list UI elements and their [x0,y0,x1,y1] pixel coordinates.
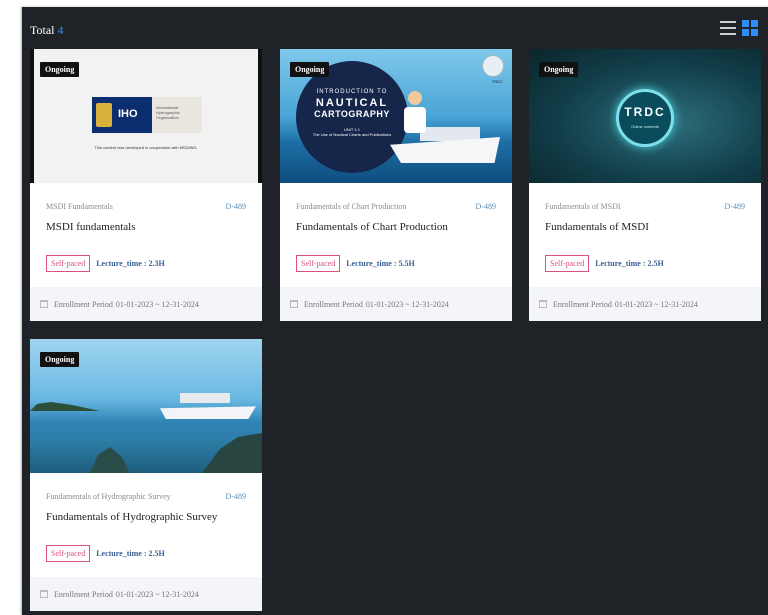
calendar-icon [290,300,298,308]
calendar-icon [539,300,547,308]
lecture-time: Lecture_time : 2.5H [595,259,664,268]
course-category: MSDI Fundamentals [46,202,113,211]
trdc-logo [482,55,504,77]
course-card[interactable]: Ongoing Fundamentals of Hydrographic Sur… [30,339,262,611]
pace-tag: Self-paced [46,545,91,562]
course-title[interactable]: Fundamentals of Chart Production [296,221,502,233]
list-view-icon[interactable] [720,21,736,35]
pace-tag: Self-paced [46,255,91,272]
lecture-time: Lecture_time : 2.5H [96,549,165,558]
total-label: Total [30,22,55,37]
enrollment-period: Enrollment Period 01-01-2023 ~ 12-31-202… [529,287,761,321]
course-title[interactable]: MSDI fundamentals [46,221,252,233]
ship-illustration [160,406,256,419]
course-thumbnail: TRDC Online contents Ongoing [529,49,761,183]
course-code: D-489 [225,202,246,211]
lecture-time: Lecture_time : 2.3H [96,259,165,268]
course-code: D-489 [225,492,246,501]
course-card[interactable]: TRDC Online contents Ongoing Fundamental… [529,49,761,321]
anchor-icon [96,103,112,127]
course-category: Fundamentals of Chart Production [296,202,407,211]
page: Total 4 IHO International Hydrographic O… [0,0,768,615]
captain-illustration [404,91,426,135]
view-toggle [720,20,758,36]
status-badge: Ongoing [290,62,330,77]
course-category: Fundamentals of Hydrographic Survey [46,492,171,501]
course-code: D-489 [724,202,745,211]
course-thumbnail: INTRODUCTION TO NAUTICAL CARTOGRAPHY UNI… [280,49,512,183]
status-badge: Ongoing [40,352,80,367]
iho-logo: IHO International Hydrographic Organizat… [92,97,202,133]
total-count: 4 [57,22,64,37]
course-card[interactable]: IHO International Hydrographic Organizat… [30,49,262,321]
course-card[interactable]: INTRODUCTION TO NAUTICAL CARTOGRAPHY UNI… [280,49,512,321]
course-code: D-489 [475,202,496,211]
grid-view-icon[interactable] [742,20,758,36]
course-title[interactable]: Fundamentals of MSDI [545,221,751,233]
trdc-logo: TRDC Online contents [616,89,674,147]
lecture-time: Lecture_time : 5.5H [346,259,415,268]
enrollment-period: Enrollment Period 01-01-2023 ~ 12-31-202… [280,287,512,321]
enrollment-period: Enrollment Period 01-01-2023 ~ 12-31-202… [30,577,262,611]
calendar-icon [40,590,48,598]
enrollment-period: Enrollment Period 01-01-2023 ~ 12-31-202… [30,287,262,321]
status-badge: Ongoing [539,62,579,77]
course-title[interactable]: Fundamentals of Hydrographic Survey [46,511,252,523]
total-header: Total 4 [30,20,64,40]
course-thumbnail: IHO International Hydrographic Organizat… [30,49,262,183]
calendar-icon [40,300,48,308]
status-badge: Ongoing [40,62,80,77]
course-category: Fundamentals of MSDI [545,202,621,211]
pace-tag: Self-paced [545,255,590,272]
course-thumbnail: Ongoing [30,339,262,473]
pace-tag: Self-paced [296,255,341,272]
